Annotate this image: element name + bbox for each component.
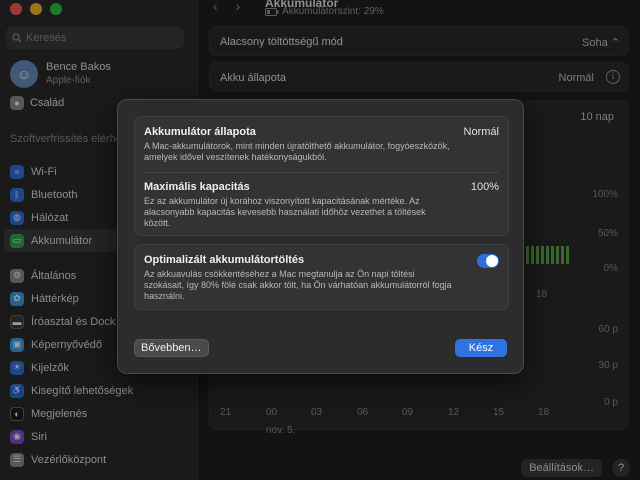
learn-more-button[interactable]: Bővebben… bbox=[134, 339, 209, 357]
health-description: A Mac-akkumulátorok, mint minden újratöl… bbox=[144, 141, 450, 162]
capacity-description: Ez az akkumulátor új korához viszonyítot… bbox=[144, 196, 426, 228]
toggle-knob bbox=[486, 255, 498, 267]
optimized-charging-group: Optimalizált akkumulátortöltés Az akkuav… bbox=[134, 244, 509, 310]
divider bbox=[144, 172, 499, 173]
health-value: Normál bbox=[463, 126, 499, 138]
optimized-description: Az akkuavulás csökkentéséhez a Mac megta… bbox=[144, 269, 452, 301]
capacity-title: Maximális kapacitás bbox=[144, 181, 250, 193]
health-info-group: Akkumulátor állapota Normál A Mac-akkumu… bbox=[134, 116, 509, 236]
health-title: Akkumulátor állapota bbox=[144, 126, 256, 138]
done-button[interactable]: Kész bbox=[455, 339, 507, 357]
capacity-value: 100% bbox=[470, 181, 499, 193]
optimized-title: Optimalizált akkumulátortöltés bbox=[144, 254, 305, 266]
optimized-charging-toggle[interactable] bbox=[477, 254, 499, 268]
battery-health-dialog: Akkumulátor állapota Normál A Mac-akkumu… bbox=[117, 99, 524, 374]
